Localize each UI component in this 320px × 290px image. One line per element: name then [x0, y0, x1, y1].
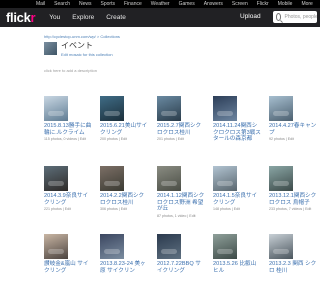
album-title[interactable]: 2015.2.7関西シクロクロス桂川: [157, 123, 205, 136]
album-tile[interactable]: 2015.2.7関西シクロクロス桂川 201 photos | Edit: [157, 96, 205, 141]
album-title[interactable]: 2014.11.24関西シクロクロス第3戦スタールの森京都: [213, 123, 261, 143]
topbar-link-answers[interactable]: Answers: [204, 1, 223, 7]
topbar-link-search[interactable]: Search: [54, 1, 70, 7]
add-description-link[interactable]: click here to add a description: [44, 68, 97, 73]
topbar-link-screen[interactable]: Screen: [232, 1, 248, 7]
search-placeholder: Photos, people or groups: [284, 14, 317, 20]
album-tile[interactable]: 2012.7.22BBQ サイクリング: [157, 234, 205, 274]
logo-r: r: [30, 10, 36, 25]
topbar-link-mobile[interactable]: Mobile: [278, 1, 293, 7]
album-title[interactable]: 2014.1.5奈良サイクリング: [213, 193, 261, 206]
flickr-header: flickr You Explore Create Upload Photos,…: [0, 8, 320, 27]
album-tile[interactable]: 2014.1.12関西シクロクロス野洲 希望が丘 87 photos, 1 vid…: [157, 166, 205, 218]
album-title[interactable]: 2012.7.22BBQ サイクリング: [157, 261, 205, 274]
album-title[interactable]: 2013.8.23-24 美ヶ原 サイクリン: [100, 261, 148, 274]
album-tile[interactable]: 2013.12.1関西シクロクロス 烏帽子 233 photos, 7 video…: [269, 166, 317, 211]
album-thumbnail[interactable]: [269, 234, 293, 259]
album-thumbnail[interactable]: [100, 234, 124, 259]
topbar-link-weather[interactable]: Weather: [151, 1, 170, 7]
album-title[interactable]: 2014.1.12関西シクロクロス野洲 希望が丘: [157, 193, 205, 213]
album-thumbnail[interactable]: [100, 96, 124, 121]
album-tile[interactable]: 2015.8.13勝手に曲輪に.ルクライム 115 photos, 0 video…: [44, 96, 92, 141]
topbar-link-games[interactable]: Games: [179, 1, 195, 7]
album-meta: 306 photos | Edit: [100, 207, 127, 212]
topbar-link-mail[interactable]: Mail: [36, 1, 45, 7]
album-thumbnail[interactable]: [269, 96, 293, 121]
album-thumbnail[interactable]: [269, 166, 293, 191]
album-title[interactable]: 2013.12.1関西シクロクロス 烏帽子: [269, 193, 317, 206]
album-thumbnail[interactable]: [44, 234, 68, 259]
album-tile[interactable]: 2014.4.27春キャンプ 92 photos | Edit: [269, 96, 317, 141]
flickr-logo[interactable]: flickr: [6, 10, 36, 25]
album-tile[interactable]: 2013.5.26 比叡山 ヒル: [213, 234, 261, 274]
upload-button[interactable]: Upload: [240, 13, 261, 20]
album-thumbnail[interactable]: [100, 166, 124, 191]
album-tile[interactable]: 讃岐金&嵐山 サイクリング: [44, 234, 92, 274]
album-thumbnail[interactable]: [44, 96, 68, 121]
topbar-link-more[interactable]: More: [301, 1, 312, 7]
collection-mosaic-icon: [44, 42, 57, 55]
album-meta: 92 photos | Edit: [269, 137, 294, 142]
album-title[interactable]: 2015.8.13勝手に曲輪に.ルクライム: [44, 123, 92, 136]
album-meta: 200 photos | Edit: [100, 137, 127, 142]
album-title[interactable]: 2013.2.3 関西 シクロ 桂川: [269, 261, 317, 274]
album-meta: 87 photos, 1 video | Edit: [157, 213, 196, 218]
breadcrumb[interactable]: http://cyclestop-unm.com/wp/ > Collectio…: [44, 34, 120, 39]
album-thumbnail[interactable]: [44, 166, 68, 191]
topbar-link-sports[interactable]: Sports: [101, 1, 115, 7]
search-icon: [276, 13, 282, 21]
album-title[interactable]: 2014.4.27春キャンプ: [269, 123, 317, 136]
album-tile[interactable]: 2013.2.3 関西 シクロ 桂川: [269, 234, 317, 274]
album-meta: 201 photos | Edit: [157, 137, 184, 142]
album-meta: 148 photos | Edit: [213, 207, 240, 212]
album-tile[interactable]: 2014.3.9奈良サイクリング 221 photos | Edit: [44, 166, 92, 211]
album-title[interactable]: 2015.6.21美山サイクリング: [100, 123, 148, 136]
album-tile[interactable]: 2014.1.5奈良サイクリング 148 photos | Edit: [213, 166, 261, 211]
album-title[interactable]: 2013.5.26 比叡山 ヒル: [213, 261, 261, 274]
album-meta: 115 photos, 0 videos | Edit: [44, 137, 87, 142]
album-title[interactable]: 2014.3.9奈良サイクリング: [44, 193, 92, 206]
nav-explore[interactable]: Explore: [72, 14, 94, 21]
album-tile[interactable]: 2014.11.24関西シクロクロス第3戦スタールの森京都: [213, 96, 261, 143]
album-meta: 233 photos, 7 videos | Edit: [269, 207, 312, 212]
album-tile[interactable]: 2015.6.21美山サイクリング 200 photos | Edit: [100, 96, 148, 141]
album-thumbnail[interactable]: [213, 96, 237, 121]
album-title[interactable]: 2014.2.2関西シクロクロス桂川: [100, 193, 148, 206]
topbar-link-finance[interactable]: Finance: [124, 1, 142, 7]
album-thumbnail[interactable]: [157, 166, 181, 191]
collection-title: イベント: [61, 41, 93, 50]
logo-text: flick: [6, 10, 31, 25]
nav-create[interactable]: Create: [106, 14, 126, 21]
album-tile[interactable]: 2013.8.23-24 美ヶ原 サイクリン: [100, 234, 148, 274]
yahoo-top-bar: Mail Search News Sports Finance Weather …: [0, 0, 320, 8]
album-title[interactable]: 讃岐金&嵐山 サイクリング: [44, 261, 92, 274]
album-tile[interactable]: 2014.2.2関西シクロクロス桂川 306 photos | Edit: [100, 166, 148, 211]
nav-you[interactable]: You: [49, 14, 60, 21]
edit-mosaic-link[interactable]: Edit mosaic for this collection: [61, 52, 113, 57]
album-thumbnail[interactable]: [157, 96, 181, 121]
search-input[interactable]: Photos, people or groups: [273, 11, 317, 23]
album-thumbnail[interactable]: [213, 166, 237, 191]
album-thumbnail[interactable]: [213, 234, 237, 259]
album-thumbnail[interactable]: [157, 234, 181, 259]
topbar-link-news[interactable]: News: [79, 1, 92, 7]
topbar-link-flickr[interactable]: Flickr: [257, 1, 269, 7]
album-meta: 221 photos | Edit: [44, 207, 71, 212]
